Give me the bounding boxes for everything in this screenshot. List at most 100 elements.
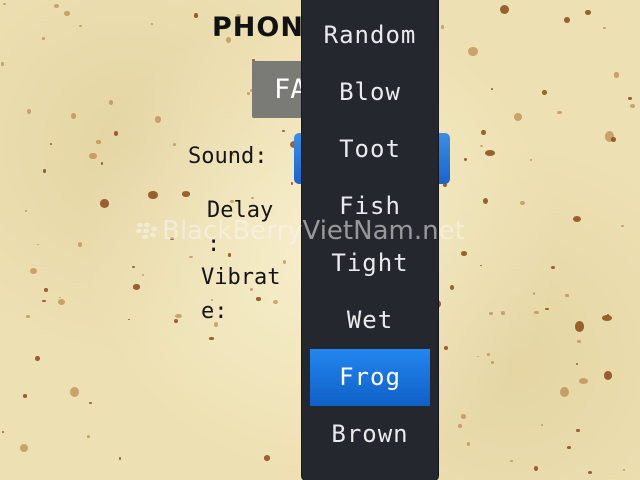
toast-spot bbox=[483, 198, 489, 204]
menu-option-brown[interactable]: Brown bbox=[310, 406, 430, 463]
toast-spot bbox=[100, 162, 104, 166]
toast-spot bbox=[567, 446, 571, 450]
toast-spot bbox=[588, 471, 592, 474]
app-title: PHONE bbox=[212, 12, 312, 43]
sound-label: Sound: bbox=[188, 144, 268, 169]
toast-spot bbox=[290, 182, 294, 185]
toast-spot bbox=[70, 113, 76, 119]
toast-spot bbox=[560, 386, 569, 397]
toast-spot bbox=[132, 284, 141, 290]
toast-spot bbox=[19, 443, 28, 452]
toast-spot bbox=[529, 158, 533, 161]
toast-spot bbox=[576, 428, 581, 433]
toast-spot bbox=[491, 360, 495, 364]
toast-spot bbox=[578, 377, 588, 384]
toast-spot bbox=[282, 130, 285, 133]
toast-spot bbox=[477, 355, 480, 358]
toast-spot bbox=[113, 131, 118, 136]
toast-spot bbox=[576, 339, 582, 343]
toast-spot bbox=[622, 469, 626, 472]
toast-spot bbox=[575, 362, 578, 365]
toast-spot bbox=[63, 11, 70, 17]
menu-option-toot[interactable]: Toot bbox=[310, 121, 430, 178]
toast-spot bbox=[532, 292, 536, 295]
watermark: BlackBerryVietNam.net bbox=[136, 214, 516, 248]
toast-spot bbox=[25, 315, 31, 319]
toast-spot bbox=[1, 430, 5, 434]
toast-spot bbox=[542, 89, 547, 95]
toast-spot bbox=[464, 158, 468, 162]
menu-option-random[interactable]: Random bbox=[310, 7, 430, 64]
toast-spot bbox=[572, 216, 581, 223]
toast-spot bbox=[132, 266, 135, 269]
menu-option-frog[interactable]: Frog bbox=[310, 349, 430, 406]
toast-spot bbox=[513, 113, 522, 121]
toast-spot bbox=[2, 2, 6, 6]
toast-spot bbox=[467, 442, 471, 446]
toast-spot bbox=[510, 459, 513, 462]
toast-spot bbox=[489, 312, 493, 315]
toast-spot bbox=[59, 297, 62, 299]
toast-spot bbox=[50, 143, 53, 146]
toast-spot bbox=[468, 46, 478, 57]
toast-spot bbox=[534, 310, 539, 315]
toast-spot bbox=[557, 110, 562, 114]
toast-spot bbox=[621, 224, 624, 227]
toast-spot bbox=[154, 115, 162, 123]
toast-spot bbox=[70, 386, 80, 397]
toast-spot bbox=[585, 9, 591, 15]
toast-spot bbox=[148, 191, 158, 199]
toast-spot bbox=[87, 435, 91, 439]
toast-spot bbox=[460, 414, 466, 419]
toast-spot bbox=[109, 100, 114, 105]
toast-spot bbox=[24, 210, 27, 212]
toast-spot bbox=[29, 267, 38, 275]
toast-spot bbox=[500, 311, 505, 315]
toast-spot bbox=[193, 13, 198, 18]
toast-spot bbox=[545, 308, 549, 311]
toast-spot bbox=[0, 62, 4, 66]
toast-spot bbox=[118, 457, 121, 460]
toast-spot bbox=[150, 23, 153, 25]
toast-spot bbox=[629, 103, 636, 108]
menu-option-blow[interactable]: Blow bbox=[310, 64, 430, 121]
toast-spot bbox=[520, 200, 525, 205]
toast-spot bbox=[603, 26, 606, 30]
menu-option-wet[interactable]: Wet bbox=[310, 292, 430, 349]
toast-spot bbox=[575, 321, 585, 332]
toast-spot bbox=[96, 140, 101, 145]
toast-spot bbox=[42, 169, 47, 173]
toast-spot bbox=[449, 284, 454, 290]
toast-spot bbox=[174, 313, 182, 318]
toast-spot bbox=[23, 394, 27, 398]
toast-spot bbox=[486, 353, 491, 357]
toast-spot bbox=[441, 25, 445, 29]
toast-spot bbox=[53, 4, 59, 9]
toast-spot bbox=[627, 96, 633, 100]
toast-spot bbox=[541, 424, 544, 426]
watermark-text: BlackBerryVietNam.net bbox=[162, 216, 465, 246]
toast-spot bbox=[460, 251, 468, 257]
toast-spot bbox=[41, 37, 46, 40]
toast-spot bbox=[551, 265, 555, 270]
toast-spot bbox=[181, 191, 191, 197]
toast-spot bbox=[485, 150, 495, 157]
toast-spot bbox=[565, 294, 569, 297]
toast-spot bbox=[457, 423, 462, 429]
toast-spot bbox=[534, 466, 539, 472]
toast-spot bbox=[480, 264, 483, 267]
toast-spot bbox=[79, 24, 82, 28]
toast-spot bbox=[57, 299, 66, 306]
toast-spot bbox=[173, 143, 176, 146]
toast-spot bbox=[209, 337, 214, 341]
toast-spot bbox=[443, 346, 448, 351]
toast-spot bbox=[564, 17, 571, 24]
toast-spot bbox=[188, 255, 194, 259]
blackberry-logo-icon bbox=[136, 222, 157, 240]
toast-spot bbox=[283, 260, 287, 265]
toast-spot bbox=[26, 109, 32, 115]
toast-spot bbox=[611, 137, 616, 142]
toast-spot bbox=[127, 318, 131, 321]
toast-spot bbox=[88, 402, 92, 405]
toast-spot bbox=[613, 72, 620, 78]
